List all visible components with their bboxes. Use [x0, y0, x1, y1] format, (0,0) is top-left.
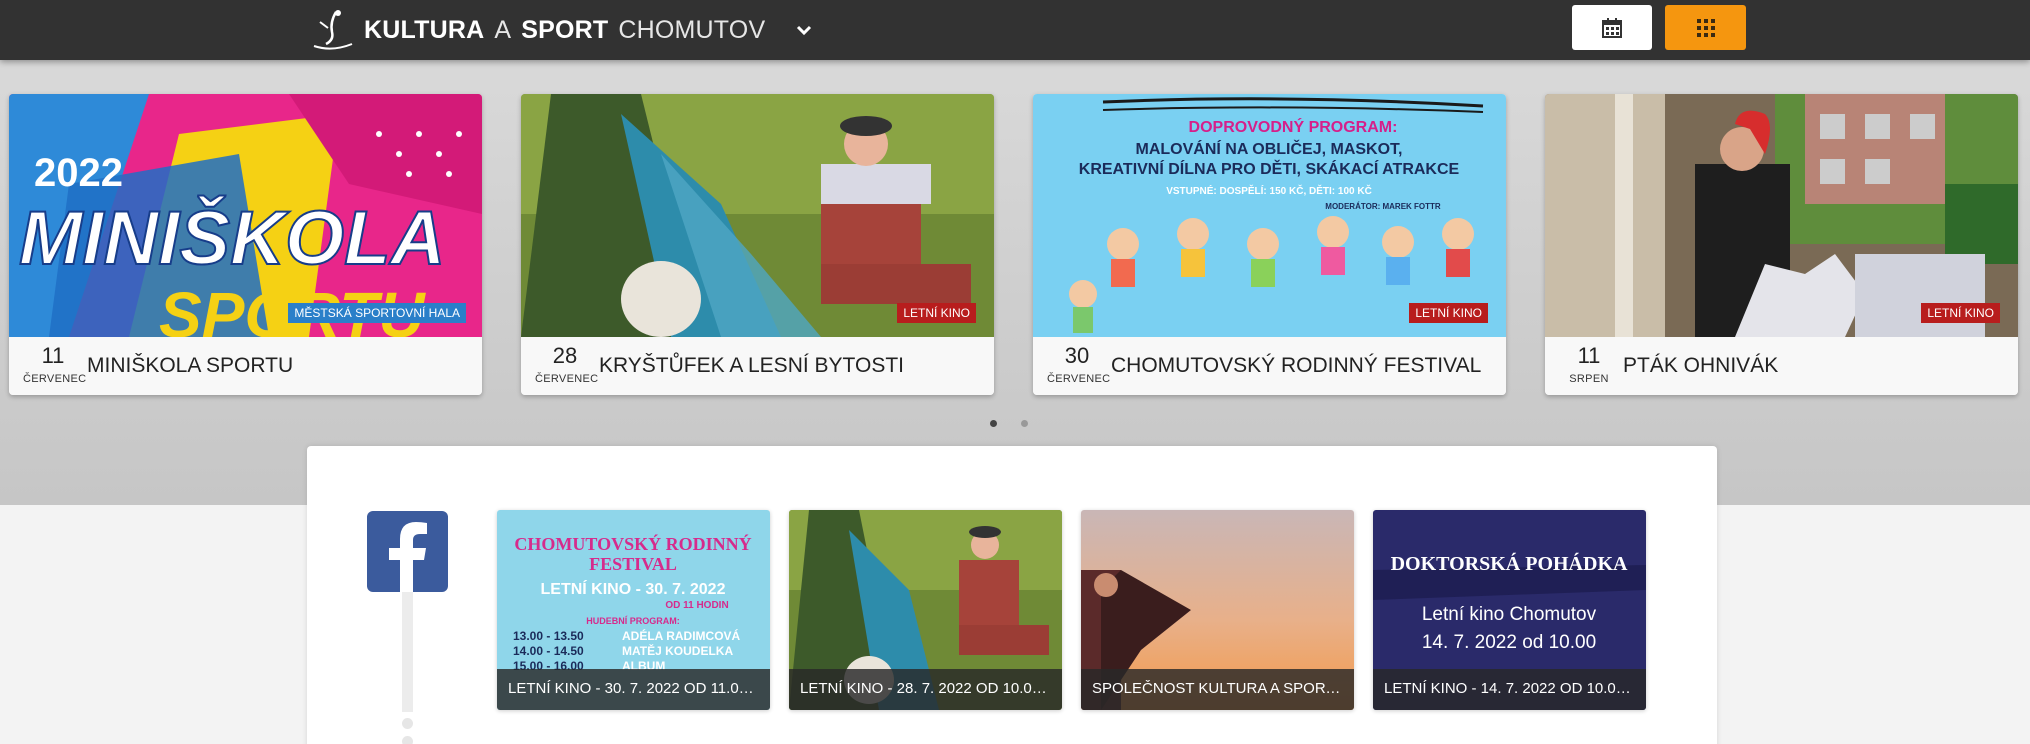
post-caption: LETNÍ KINO - 14. 7. 2022 OD 10.00 - ... [1373, 669, 1646, 710]
event-month: ČERVENEC [535, 373, 599, 385]
event-day: 30 [1064, 343, 1090, 368]
event-title[interactable]: PTÁK OHNIVÁK [1623, 354, 1778, 378]
brand-word-chomutov: CHOMUTOV [618, 15, 766, 44]
event-day: 11 [41, 343, 65, 368]
art-line-4: VSTUPNÉ: DOSPĚLÍ: 150 KČ, DĚTI: 100 KČ [1166, 184, 1372, 197]
venue-tag: LETNÍ KINO [1409, 303, 1488, 323]
ks-logo-icon [313, 10, 353, 50]
event-month: ČERVENEC [23, 373, 87, 385]
post-art-title: DOKTORSKÁ POHÁDKA [1391, 552, 1628, 575]
calendar-button[interactable] [1572, 5, 1652, 50]
carousel-pagination [990, 420, 1028, 427]
brand-word-sport: SPORT [521, 15, 609, 44]
carousel-dot-2[interactable] [1021, 420, 1028, 427]
grid-view-button[interactable] [1665, 5, 1746, 50]
event-title[interactable]: KRYŠTŮFEK A LESNÍ BYTOSTI [599, 354, 904, 378]
event-image: LETNÍ KINO [1545, 94, 2018, 337]
facebook-post[interactable]: DOKTORSKÁ POHÁDKA Letní kino Chomutov 14… [1373, 510, 1646, 710]
event-info-bar: 11 SRPEN PTÁK OHNIVÁK [1545, 337, 2018, 395]
venue-tag: MĚSTSKÁ SPORTOVNÍ HALA [288, 303, 466, 323]
post-caption: SPOLEČNOST KULTURA A SPORT CH... [1081, 669, 1354, 710]
event-month: SRPEN [1569, 373, 1609, 385]
event-image: LETNÍ KINO [521, 94, 994, 337]
post-art-row-2b: MATĚJ KOUDELKA [622, 643, 733, 658]
top-navbar: KULTURA A SPORT CHOMUTOV [0, 0, 2030, 60]
timeline-dot [402, 736, 413, 744]
event-title[interactable]: CHOMUTOVSKÝ RODINNÝ FESTIVAL [1111, 354, 1481, 378]
grid-icon [1696, 18, 1715, 37]
art-line-1: DOPROVODNÝ PROGRAM: [1189, 117, 1398, 136]
event-card[interactable]: DOPROVODNÝ PROGRAM: MALOVÁNÍ NA OBLIČEJ,… [1033, 94, 1506, 395]
event-info-bar: 30 ČERVENEC CHOMUTOVSKÝ RODINNÝ FESTIVAL [1033, 337, 1506, 395]
brand-logo-link[interactable]: KULTURA A SPORT CHOMUTOV [310, 6, 815, 54]
timeline-line [402, 592, 413, 712]
event-month: ČERVENEC [1047, 373, 1111, 385]
art-line-5: MODERÁTOR: MAREK FOTTR [1325, 202, 1441, 211]
post-art-line-2: 14. 7. 2022 od 10.00 [1422, 632, 1596, 653]
chevron-down-icon[interactable] [793, 19, 815, 41]
art-line-2: MALOVÁNÍ NA OBLIČEJ, MASKOT, [1136, 139, 1403, 158]
post-art-row-1b: ADÉLA RADIMCOVÁ [622, 628, 741, 643]
event-title[interactable]: MINIŠKOLA SPORTU [87, 354, 293, 378]
event-card[interactable]: LETNÍ KINO 28 ČERVENEC KRYŠTŮFEK A LESNÍ… [521, 94, 994, 395]
post-art-line-1: Letní kino Chomutov [1422, 604, 1597, 625]
facebook-post[interactable]: CHOMUTOVSKÝ RODINNÝ FESTIVAL LETNÍ KINO … [497, 510, 770, 710]
post-art-line-2: OD 11 HODIN [665, 600, 728, 611]
venue-tag: LETNÍ KINO [897, 303, 976, 323]
event-day: 28 [552, 343, 578, 368]
art-year: 2022 [34, 151, 123, 195]
event-card[interactable]: LETNÍ KINO 11 SRPEN PTÁK OHNIVÁK [1545, 94, 2018, 395]
event-day: 11 [1577, 343, 1601, 368]
post-art-title-1: CHOMUTOVSKÝ RODINNÝ [514, 533, 751, 554]
timeline-dot [402, 718, 413, 729]
post-caption: LETNÍ KINO - 30. 7. 2022 OD 11.00 - ... [497, 669, 770, 710]
post-art-row-2a: 14.00 - 14.50 [513, 644, 584, 658]
calendar-icon [1602, 17, 1622, 38]
facebook-post[interactable]: LETNÍ KINO - 28. 7. 2022 OD 10.00 - ... [789, 510, 1062, 710]
event-info-bar: 28 ČERVENEC KRYŠTŮFEK A LESNÍ BYTOSTI [521, 337, 994, 395]
carousel-dot-1[interactable] [990, 420, 997, 427]
post-art-line-1: LETNÍ KINO - 30. 7. 2022 [541, 579, 726, 598]
venue-tag: LETNÍ KINO [1921, 303, 2000, 323]
event-info-bar: 11 ČERVENEC MINIŠKOLA SPORTU [9, 337, 482, 395]
art-line-3: KREATIVNÍ DÍLNA PRO DĚTI, SKÁKACÍ ATRAKC… [1079, 159, 1460, 178]
post-caption: LETNÍ KINO - 28. 7. 2022 OD 10.00 - ... [789, 669, 1062, 710]
event-image: DOPROVODNÝ PROGRAM: MALOVÁNÍ NA OBLIČEJ,… [1033, 94, 1506, 337]
art-word-miniskola: MINIŠKOLA [19, 196, 445, 281]
post-art-row-1a: 13.00 - 13.50 [513, 629, 584, 643]
post-art-line-3: HUDEBNÍ PROGRAM: [586, 616, 680, 626]
facebook-post[interactable]: SPOLEČNOST KULTURA A SPORT CH... [1081, 510, 1354, 710]
post-art-title-2: FESTIVAL [589, 554, 677, 574]
brand-word-kultura: KULTURA [364, 15, 485, 44]
event-card[interactable]: 2022 MINIŠKOLA SPORTU MĚSTSKÁ SPORTOVNÍ … [9, 94, 482, 395]
event-image: 2022 MINIŠKOLA SPORTU MĚSTSKÁ SPORTOVNÍ … [9, 94, 482, 337]
brand-word-a: A [494, 15, 512, 44]
facebook-icon[interactable] [367, 511, 448, 592]
